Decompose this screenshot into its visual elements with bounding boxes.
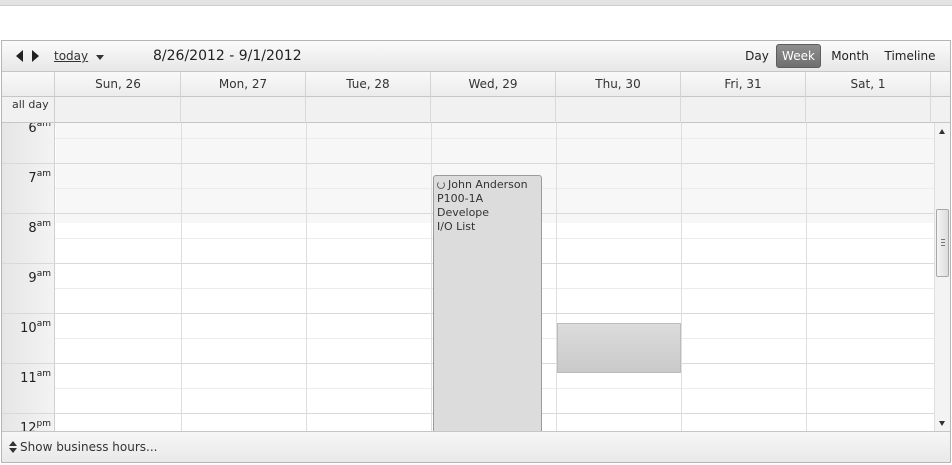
day-header-row: Sun, 26 Mon, 27 Tue, 28 Wed, 29 Thu, 30 … [2, 72, 950, 97]
allday-cell[interactable] [681, 97, 806, 123]
date-range-title: 8/26/2012 - 9/1/2012 [153, 48, 302, 64]
day-column-divider [431, 123, 432, 431]
arrow-right-icon[interactable] [32, 50, 39, 62]
day-header-mon: Mon, 27 [181, 72, 306, 97]
day-header-tue: Tue, 28 [306, 72, 431, 97]
day-header-thu: Thu, 30 [556, 72, 681, 97]
appointment-title: John Anderson [448, 178, 528, 191]
allday-cell[interactable] [306, 97, 431, 123]
hour-line [2, 163, 934, 164]
day-header-sat: Sat, 1 [806, 72, 931, 97]
time-label-8am: 8am [28, 219, 51, 236]
day-header-wed: Wed, 29 [431, 72, 556, 97]
time-label-9am: 9am [28, 269, 51, 286]
view-day-button[interactable]: Day [740, 44, 774, 68]
time-gutter: 6am 7am 8am 9am 10am 11am 12pm [2, 123, 55, 431]
appointment-subject-continued: I/O List [437, 220, 476, 233]
time-label-7am: 7am [28, 169, 51, 186]
recurrence-icon [437, 181, 445, 189]
view-week-button[interactable]: Week [776, 44, 821, 68]
expand-updown-icon [9, 441, 17, 453]
day-column-divider [181, 123, 182, 431]
allday-label: all day [2, 97, 55, 123]
selected-time-slot[interactable] [557, 323, 681, 373]
half-hour-line [55, 138, 934, 139]
scroll-down-icon[interactable] [939, 421, 945, 426]
appointment-john-anderson[interactable]: John Anderson P100-1A Develope I/O List [433, 175, 542, 431]
view-month-button[interactable]: Month [826, 44, 874, 68]
scrollbar-thumb[interactable] [936, 209, 949, 277]
day-header-sun: Sun, 26 [56, 72, 181, 97]
scheduler-toolbar: today 8/26/2012 - 9/1/2012 Day Week Mont… [2, 41, 950, 72]
view-timeline-button[interactable]: Timeline [879, 44, 941, 68]
time-label-12pm: 12pm [19, 419, 51, 431]
scheduler-footer: Show business hours... [2, 431, 950, 462]
header-gutter [2, 72, 55, 97]
show-business-hours-link[interactable]: Show business hours... [9, 440, 158, 454]
scroll-up-icon[interactable] [939, 129, 945, 134]
today-link[interactable]: today [54, 49, 88, 63]
allday-cell[interactable] [431, 97, 556, 123]
allday-row: all day [2, 97, 950, 123]
day-column-divider [306, 123, 307, 431]
appointment-subject: P100-1A Develope [437, 192, 490, 219]
grip-icon [941, 239, 945, 246]
time-label-11am: 11am [20, 369, 51, 386]
time-label-10am: 10am [20, 319, 51, 336]
scheduler: today 8/26/2012 - 9/1/2012 Day Week Mont… [1, 40, 951, 463]
allday-cell[interactable] [56, 97, 181, 123]
vertical-scrollbar[interactable] [934, 123, 950, 431]
allday-cell[interactable] [181, 97, 306, 123]
show-business-hours-label: Show business hours... [20, 440, 158, 454]
time-grid[interactable]: 6am 7am 8am 9am 10am 11am 12pm John Ande… [2, 123, 934, 431]
day-column-divider [681, 123, 682, 431]
allday-cell[interactable] [806, 97, 931, 123]
arrow-left-icon[interactable] [16, 50, 23, 62]
time-label-6am: 6am [28, 123, 51, 136]
allday-cell[interactable] [556, 97, 681, 123]
day-column-divider [806, 123, 807, 431]
top-strip [0, 0, 952, 6]
day-header-fri: Fri, 31 [681, 72, 806, 97]
day-column-divider [556, 123, 557, 431]
caret-down-icon[interactable] [96, 55, 104, 60]
